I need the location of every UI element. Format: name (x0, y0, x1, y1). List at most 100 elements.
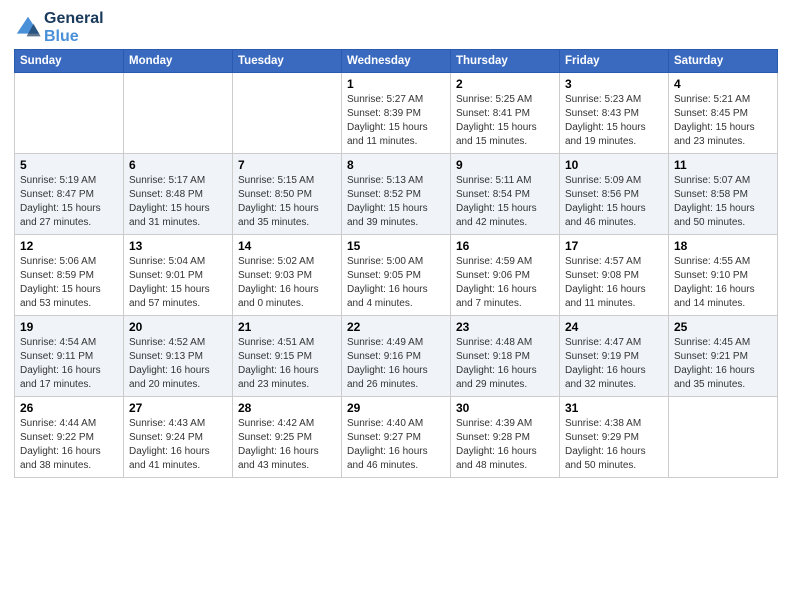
day-number: 19 (20, 320, 118, 334)
header-cell-wednesday: Wednesday (342, 50, 451, 73)
day-cell: 22Sunrise: 4:49 AM Sunset: 9:16 PM Dayli… (342, 316, 451, 397)
day-number: 29 (347, 401, 445, 415)
day-number: 30 (456, 401, 554, 415)
day-number: 9 (456, 158, 554, 172)
day-info: Sunrise: 4:38 AM Sunset: 9:29 PM Dayligh… (565, 417, 663, 473)
week-row-4: 19 Sunrise: 4:54 AM Sunset: 9:11 PM Dayli… (15, 316, 778, 397)
logo-text: General Blue (44, 10, 104, 45)
day-cell: 8Sunrise: 5:13 AM Sunset: 8:52 PM Daylig… (342, 154, 451, 235)
day-number: 4 (674, 77, 772, 91)
day-info: Sunrise: 5:07 AM Sunset: 8:58 PM Dayligh… (674, 174, 772, 230)
day-info: Sunrise: 5:00 AM Sunset: 9:05 PM Dayligh… (347, 255, 445, 311)
day-cell: 4Sunrise: 5:21 AM Sunset: 8:45 PM Daylig… (669, 73, 778, 154)
day-cell: 23 Sunrise: 4:48 AM Sunset: 9:18 PM Dayli… (451, 316, 560, 397)
day-cell: 21 Sunrise: 4:51 AM Sunset: 9:15 PM Dayli… (233, 316, 342, 397)
day-number: 27 (129, 401, 227, 415)
calendar-table: SundayMondayTuesdayWednesdayThursdayFrid… (14, 49, 778, 478)
logo-icon (14, 14, 42, 42)
day-cell: 10 Sunrise: 5:09 AM Sunset: 8:56 PM Dayli… (560, 154, 669, 235)
day-number: 1 (347, 77, 445, 91)
day-cell: 29 Sunrise: 4:40 AM Sunset: 9:27 PM Dayli… (342, 397, 451, 478)
day-info: Sunrise: 4:44 AM Sunset: 9:22 PM Dayligh… (20, 417, 118, 473)
day-info: Sunrise: 4:55 AM Sunset: 9:10 PM Dayligh… (674, 255, 772, 311)
day-info: Sunrise: 5:25 AM Sunset: 8:41 PM Dayligh… (456, 93, 554, 149)
day-number: 24 (565, 320, 663, 334)
day-cell (124, 73, 233, 154)
header-cell-tuesday: Tuesday (233, 50, 342, 73)
day-cell: 24 Sunrise: 4:47 AM Sunset: 9:19 PM Dayli… (560, 316, 669, 397)
day-number: 10 (565, 158, 663, 172)
day-cell: 11 Sunrise: 5:07 AM Sunset: 8:58 PM Dayli… (669, 154, 778, 235)
day-info: Sunrise: 4:59 AM Sunset: 9:06 PM Dayligh… (456, 255, 554, 311)
day-cell: 7 Sunrise: 5:15 AM Sunset: 8:50 PM Daylig… (233, 154, 342, 235)
day-number: 23 (456, 320, 554, 334)
day-cell: 13 Sunrise: 5:04 AM Sunset: 9:01 PM Dayli… (124, 235, 233, 316)
day-cell (669, 397, 778, 478)
day-info: Sunrise: 5:11 AM Sunset: 8:54 PM Dayligh… (456, 174, 554, 230)
week-row-2: 5 Sunrise: 5:19 AM Sunset: 8:47 PM Daylig… (15, 154, 778, 235)
day-info: Sunrise: 4:43 AM Sunset: 9:24 PM Dayligh… (129, 417, 227, 473)
day-cell: 19 Sunrise: 4:54 AM Sunset: 9:11 PM Dayli… (15, 316, 124, 397)
week-row-1: 1 Sunrise: 5:27 AM Sunset: 8:39 PM Daylig… (15, 73, 778, 154)
day-cell: 1 Sunrise: 5:27 AM Sunset: 8:39 PM Daylig… (342, 73, 451, 154)
logo: General Blue (14, 10, 104, 45)
day-number: 26 (20, 401, 118, 415)
week-row-5: 26 Sunrise: 4:44 AM Sunset: 9:22 PM Dayli… (15, 397, 778, 478)
day-info: Sunrise: 4:51 AM Sunset: 9:15 PM Dayligh… (238, 336, 336, 392)
day-number: 22 (347, 320, 445, 334)
day-info: Sunrise: 4:52 AM Sunset: 9:13 PM Dayligh… (129, 336, 227, 392)
day-number: 16 (456, 239, 554, 253)
day-cell: 6 Sunrise: 5:17 AM Sunset: 8:48 PM Daylig… (124, 154, 233, 235)
day-number: 25 (674, 320, 772, 334)
day-info: Sunrise: 4:54 AM Sunset: 9:11 PM Dayligh… (20, 336, 118, 392)
header: General Blue (14, 10, 778, 45)
day-cell: 9 Sunrise: 5:11 AM Sunset: 8:54 PM Daylig… (451, 154, 560, 235)
day-number: 13 (129, 239, 227, 253)
day-info: Sunrise: 5:15 AM Sunset: 8:50 PM Dayligh… (238, 174, 336, 230)
day-number: 14 (238, 239, 336, 253)
day-number: 11 (674, 158, 772, 172)
day-number: 21 (238, 320, 336, 334)
day-info: Sunrise: 5:27 AM Sunset: 8:39 PM Dayligh… (347, 93, 445, 149)
day-number: 5 (20, 158, 118, 172)
day-info: Sunrise: 5:17 AM Sunset: 8:48 PM Dayligh… (129, 174, 227, 230)
day-info: Sunrise: 5:19 AM Sunset: 8:47 PM Dayligh… (20, 174, 118, 230)
day-number: 12 (20, 239, 118, 253)
day-info: Sunrise: 5:09 AM Sunset: 8:56 PM Dayligh… (565, 174, 663, 230)
day-cell: 30Sunrise: 4:39 AM Sunset: 9:28 PM Dayli… (451, 397, 560, 478)
day-cell: 20Sunrise: 4:52 AM Sunset: 9:13 PM Dayli… (124, 316, 233, 397)
day-info: Sunrise: 4:47 AM Sunset: 9:19 PM Dayligh… (565, 336, 663, 392)
day-cell: 26 Sunrise: 4:44 AM Sunset: 9:22 PM Dayli… (15, 397, 124, 478)
day-number: 28 (238, 401, 336, 415)
day-cell (15, 73, 124, 154)
day-info: Sunrise: 5:23 AM Sunset: 8:43 PM Dayligh… (565, 93, 663, 149)
day-info: Sunrise: 5:13 AM Sunset: 8:52 PM Dayligh… (347, 174, 445, 230)
day-number: 31 (565, 401, 663, 415)
header-row: SundayMondayTuesdayWednesdayThursdayFrid… (15, 50, 778, 73)
day-cell: 14 Sunrise: 5:02 AM Sunset: 9:03 PM Dayli… (233, 235, 342, 316)
day-number: 18 (674, 239, 772, 253)
header-cell-friday: Friday (560, 50, 669, 73)
day-info: Sunrise: 4:48 AM Sunset: 9:18 PM Dayligh… (456, 336, 554, 392)
day-info: Sunrise: 5:02 AM Sunset: 9:03 PM Dayligh… (238, 255, 336, 311)
day-number: 6 (129, 158, 227, 172)
day-number: 2 (456, 77, 554, 91)
day-number: 7 (238, 158, 336, 172)
day-cell: 3 Sunrise: 5:23 AM Sunset: 8:43 PM Daylig… (560, 73, 669, 154)
day-cell: 12 Sunrise: 5:06 AM Sunset: 8:59 PM Dayli… (15, 235, 124, 316)
day-info: Sunrise: 5:06 AM Sunset: 8:59 PM Dayligh… (20, 255, 118, 311)
day-info: Sunrise: 4:40 AM Sunset: 9:27 PM Dayligh… (347, 417, 445, 473)
day-cell: 2 Sunrise: 5:25 AM Sunset: 8:41 PM Daylig… (451, 73, 560, 154)
day-info: Sunrise: 4:42 AM Sunset: 9:25 PM Dayligh… (238, 417, 336, 473)
header-cell-sunday: Sunday (15, 50, 124, 73)
day-info: Sunrise: 5:04 AM Sunset: 9:01 PM Dayligh… (129, 255, 227, 311)
day-cell: 25Sunrise: 4:45 AM Sunset: 9:21 PM Dayli… (669, 316, 778, 397)
day-number: 3 (565, 77, 663, 91)
day-cell: 17Sunrise: 4:57 AM Sunset: 9:08 PM Dayli… (560, 235, 669, 316)
day-cell: 28 Sunrise: 4:42 AM Sunset: 9:25 PM Dayli… (233, 397, 342, 478)
day-cell: 27 Sunrise: 4:43 AM Sunset: 9:24 PM Dayli… (124, 397, 233, 478)
day-cell: 18 Sunrise: 4:55 AM Sunset: 9:10 PM Dayli… (669, 235, 778, 316)
day-info: Sunrise: 4:57 AM Sunset: 9:08 PM Dayligh… (565, 255, 663, 311)
day-cell: 16 Sunrise: 4:59 AM Sunset: 9:06 PM Dayli… (451, 235, 560, 316)
header-cell-monday: Monday (124, 50, 233, 73)
